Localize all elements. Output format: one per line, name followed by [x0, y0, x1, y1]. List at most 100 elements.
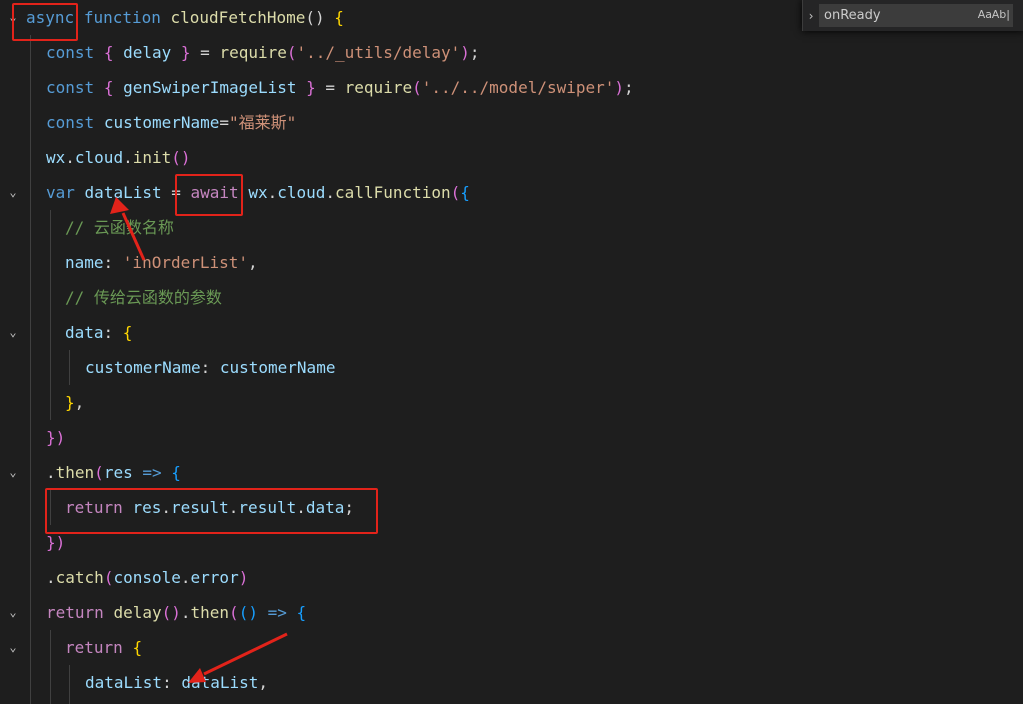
code-token: }) — [46, 533, 66, 552]
code-token: : — [103, 253, 123, 272]
code-line[interactable]: ⌄ return { — [0, 630, 1023, 665]
code-text: // 传给云函数的参数 — [65, 280, 222, 315]
code-token: ( — [229, 603, 239, 622]
code-line[interactable]: ⌄ var dataList = await wx.cloud.callFunct… — [0, 175, 1023, 210]
code-token: , — [248, 253, 258, 272]
code-token: . — [123, 148, 133, 167]
code-line[interactable]: ⌄ data: { — [0, 315, 1023, 350]
code-line[interactable]: dataList: dataList, — [0, 665, 1023, 700]
code-text: const { genSwiperImageList } = require('… — [46, 70, 634, 105]
code-text: const customerName="福莱斯" — [46, 105, 296, 140]
code-token: then — [190, 603, 230, 622]
code-token: then — [55, 463, 95, 482]
code-text: name: 'inOrderList', — [65, 245, 258, 280]
annotation-box-async — [12, 3, 78, 41]
code-token: { — [296, 603, 307, 622]
code-token: return — [46, 603, 104, 622]
code-token: cloudFetchHome — [170, 8, 306, 27]
code-token: { — [171, 463, 181, 482]
code-token: dataList — [85, 673, 163, 692]
code-line[interactable]: // 云函数名称 — [0, 210, 1023, 245]
code-token: const — [46, 113, 95, 132]
code-line[interactable]: .catch(console.error) — [0, 560, 1023, 595]
code-text: data: { — [65, 315, 132, 350]
code-token: , — [74, 393, 85, 412]
code-line[interactable]: const customerName="福莱斯" — [0, 105, 1023, 140]
fold-chevron-icon[interactable]: ⌄ — [6, 595, 20, 630]
code-token: // 传给云函数的参数 — [65, 288, 222, 307]
code-line[interactable]: ⌄ .then(res => { — [0, 455, 1023, 490]
annotation-box-return-data — [45, 488, 378, 534]
code-token: => — [267, 603, 287, 622]
code-token: () — [305, 8, 335, 27]
code-token: { — [460, 183, 470, 202]
code-token: ( — [94, 463, 104, 482]
fold-chevron-icon[interactable]: ⌄ — [6, 630, 20, 665]
code-line[interactable]: ⌄ return delay().then(() => { — [0, 595, 1023, 630]
code-token: ) — [460, 43, 470, 62]
code-token: "福莱斯" — [229, 113, 297, 132]
code-line[interactable]: const { delay } = require('../_utils/del… — [0, 35, 1023, 70]
code-text: return delay().then(() => { — [46, 595, 306, 630]
code-token: : — [200, 358, 220, 377]
code-token: '../_utils/delay' — [296, 43, 461, 62]
code-token: . — [46, 463, 56, 482]
code-line[interactable]: // 传给云函数的参数 — [0, 280, 1023, 315]
fold-chevron-icon[interactable]: ⌄ — [6, 455, 20, 490]
code-token: catch — [55, 568, 104, 587]
code-text: // 云函数名称 — [65, 210, 174, 245]
code-text: var dataList = await wx.cloud.callFuncti… — [46, 175, 470, 210]
code-token: => — [142, 463, 162, 482]
code-token: require — [344, 78, 413, 97]
code-text: const { delay } = require('../_utils/del… — [46, 35, 480, 70]
code-token: { — [103, 78, 114, 97]
fold-chevron-icon[interactable]: ⌄ — [6, 175, 20, 210]
code-token: res — [103, 463, 133, 482]
code-editor[interactable]: ⌄ async function cloudFetchHome() {const … — [0, 0, 1023, 704]
code-line[interactable]: wx.cloud.init() — [0, 140, 1023, 175]
find-input[interactable]: onReady Aa Ab| — [819, 4, 1013, 27]
match-word-button[interactable]: Ab| — [992, 8, 1010, 21]
chevron-right-icon[interactable]: › — [803, 0, 819, 31]
code-token: = — [315, 78, 345, 97]
code-token: . — [180, 603, 191, 622]
code-line[interactable]: }, — [0, 385, 1023, 420]
code-token: dataList — [181, 673, 259, 692]
code-token: // 云函数名称 — [65, 218, 174, 237]
find-widget: › onReady Aa Ab| — [802, 0, 1023, 31]
code-text: }) — [46, 420, 65, 455]
code-token: delay — [113, 603, 162, 622]
match-case-button[interactable]: Aa — [978, 8, 992, 21]
code-token: wx — [248, 183, 268, 202]
code-token: callFunction — [335, 183, 451, 202]
code-token: cloud — [74, 148, 124, 167]
find-query: onReady — [824, 8, 881, 23]
code-token: ( — [450, 183, 461, 202]
code-token: : — [162, 673, 182, 692]
code-line[interactable]: name: 'inOrderList', — [0, 245, 1023, 280]
code-token: { — [334, 8, 344, 27]
code-token: ) — [238, 568, 249, 587]
code-line[interactable]: const { genSwiperImageList } = require('… — [0, 70, 1023, 105]
code-token: ( — [286, 43, 297, 62]
code-token: , — [258, 673, 269, 692]
code-text: dataList: dataList, — [85, 665, 268, 700]
code-token: const — [46, 43, 95, 62]
code-token: . — [267, 183, 278, 202]
code-token: () — [171, 148, 191, 167]
code-line[interactable]: customerName: customerName — [0, 350, 1023, 385]
code-token: console — [113, 568, 181, 587]
code-line[interactable]: }) — [0, 420, 1023, 455]
code-token: } — [180, 43, 191, 62]
fold-chevron-icon[interactable]: ⌄ — [6, 315, 20, 350]
annotation-box-await — [175, 174, 243, 216]
code-token: cloud — [277, 183, 326, 202]
code-token: wx — [46, 148, 66, 167]
code-token: ) — [614, 78, 625, 97]
code-text: .then(res => { — [46, 455, 181, 490]
